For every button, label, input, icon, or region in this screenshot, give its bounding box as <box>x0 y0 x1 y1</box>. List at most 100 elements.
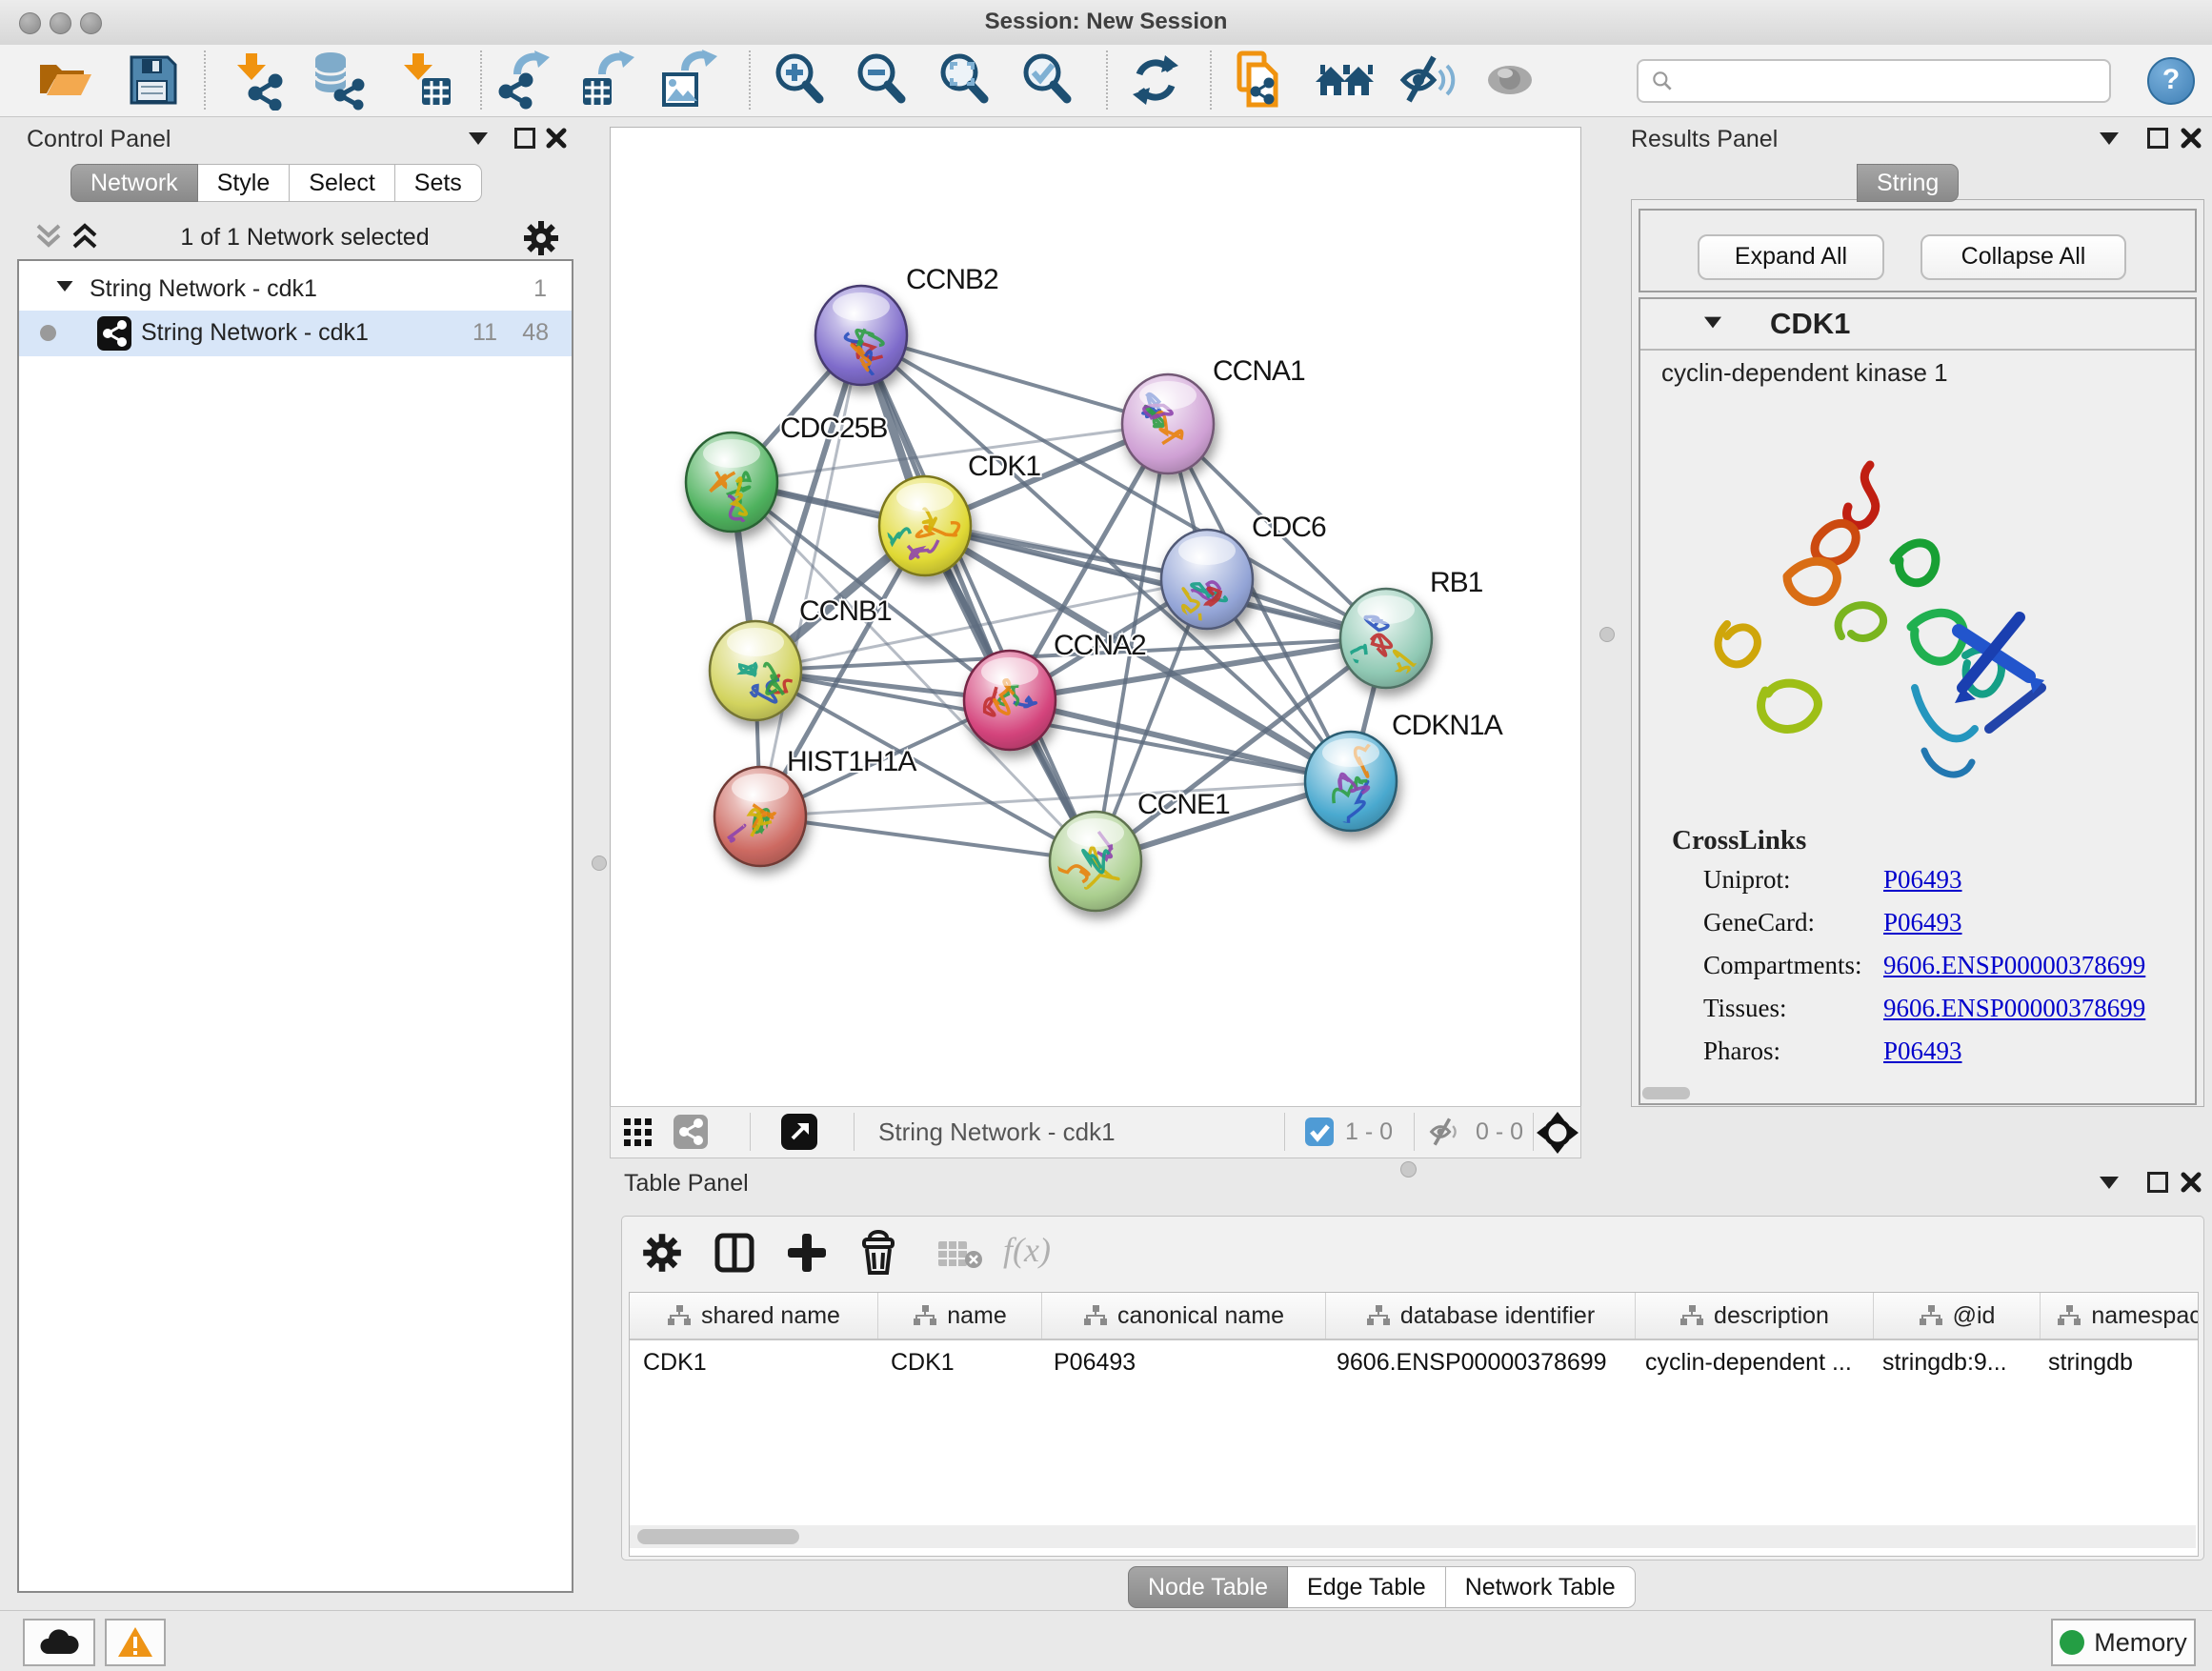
zoom-selected-icon[interactable] <box>1017 50 1078 111</box>
zoom-in-icon[interactable] <box>770 50 831 111</box>
tab-network-table[interactable]: Network Table <box>1446 1566 1636 1608</box>
table-cell[interactable]: cyclin-dependent ... <box>1632 1340 1869 1384</box>
crosslink-label: Tissues: <box>1703 994 1787 1023</box>
open-session-icon[interactable] <box>34 50 95 111</box>
crosslink-tissues-link[interactable]: 9606.ENSP00000378699 <box>1883 994 2145 1023</box>
show-columns-icon[interactable] <box>714 1232 755 1274</box>
network-node-RB1[interactable]: RB1 <box>1340 567 1483 688</box>
crosslink-genecard-link[interactable]: P06493 <box>1883 908 1962 937</box>
hide-selected-eye-slash-icon[interactable] <box>1398 50 1458 111</box>
birds-eye-crosshair-icon[interactable] <box>1537 1112 1579 1154</box>
results-hscrollbar-thumb[interactable] <box>1642 1087 1690 1099</box>
gene-collapse-icon[interactable] <box>1704 317 1721 329</box>
help-button[interactable]: ? <box>2147 57 2195 105</box>
export-table-icon[interactable] <box>577 50 638 111</box>
crosslink-uniprot-link[interactable]: P06493 <box>1883 865 1962 895</box>
collapse-all-chevron-icon[interactable] <box>32 222 65 252</box>
network-collection-row[interactable]: String Network - cdk1 1 <box>19 269 572 312</box>
cloud-button[interactable] <box>23 1619 95 1666</box>
table-cell[interactable]: 9606.ENSP00000378699 <box>1323 1340 1632 1384</box>
memory-button[interactable]: Memory <box>2051 1619 2196 1666</box>
column-header-@id[interactable]: @id <box>1874 1293 2041 1339</box>
results-panel-close-icon[interactable] <box>2180 127 2202 150</box>
network-edge-CCNB2-HIST1H1A[interactable] <box>760 335 861 816</box>
table-panel-menu-icon[interactable] <box>2100 1177 2119 1189</box>
tab-node-table[interactable]: Node Table <box>1128 1566 1288 1608</box>
network-edge-CCNB2-CCNE1[interactable] <box>861 335 1096 861</box>
table-cell[interactable]: CDK1 <box>630 1340 877 1384</box>
table-panel-close-icon[interactable] <box>2180 1171 2202 1194</box>
open-in-window-icon[interactable] <box>781 1114 817 1150</box>
tab-sets[interactable]: Sets <box>395 164 482 202</box>
node-gloss-highlight <box>1357 595 1415 624</box>
table-row[interactable]: CDK1CDK1P064939606.ENSP00000378699cyclin… <box>630 1340 2198 1384</box>
share-document-icon[interactable] <box>1230 50 1291 111</box>
zoom-fit-icon[interactable] <box>935 50 995 111</box>
network-row-selected[interactable]: String Network - cdk1 11 48 <box>19 311 572 356</box>
network-node-CCNE1[interactable]: CCNE1 <box>1050 789 1230 911</box>
tab-string[interactable]: String <box>1857 164 1959 202</box>
table-cell[interactable]: P06493 <box>1040 1340 1323 1384</box>
network-overview-houses-icon[interactable] <box>1315 50 1376 111</box>
table-cell[interactable]: stringdb:9... <box>1869 1340 2035 1384</box>
table-cell[interactable]: stringdb <box>2035 1340 2199 1384</box>
column-header-database-identifier[interactable]: database identifier <box>1326 1293 1636 1339</box>
search-field[interactable] <box>1637 59 2111 103</box>
column-header-canonical-name[interactable]: canonical name <box>1042 1293 1326 1339</box>
add-column-icon[interactable] <box>786 1232 828 1274</box>
right-splitter-handle[interactable] <box>1599 627 1615 642</box>
network-node-CDKN1A[interactable]: CDKN1A <box>1305 710 1503 843</box>
tab-network[interactable]: Network <box>70 164 198 202</box>
column-header-namespace[interactable]: namespace <box>2041 1293 2199 1339</box>
crosslink-compartments-link[interactable]: 9606.ENSP00000378699 <box>1883 951 2145 980</box>
control-panel-float-icon[interactable] <box>514 128 535 149</box>
search-input[interactable] <box>1682 67 2109 95</box>
control-panel-menu-icon[interactable] <box>469 132 488 145</box>
window-title: Session: New Session <box>0 0 2212 44</box>
import-table-icon[interactable] <box>395 50 456 111</box>
save-session-icon[interactable] <box>122 50 183 111</box>
selected-checkbox-icon[interactable] <box>1305 1117 1334 1146</box>
zoom-out-icon[interactable] <box>852 50 913 111</box>
column-header-shared-name[interactable]: shared name <box>630 1293 878 1339</box>
import-database-icon[interactable] <box>308 50 369 111</box>
column-header-description[interactable]: description <box>1636 1293 1874 1339</box>
delete-column-trash-icon[interactable] <box>856 1230 900 1276</box>
network-options-gear-icon[interactable] <box>522 219 560 257</box>
table-cell[interactable]: CDK1 <box>877 1340 1040 1384</box>
collapse-all-button[interactable]: Collapse All <box>1920 234 2126 280</box>
export-image-icon[interactable] <box>658 50 719 111</box>
tab-style[interactable]: Style <box>198 164 291 202</box>
show-all-eye-icon[interactable] <box>1481 50 1542 111</box>
results-panel-menu-icon[interactable] <box>2100 132 2119 145</box>
network-node-CCNA1[interactable]: CCNA1 <box>1122 355 1305 473</box>
crosslink-label: Pharos: <box>1703 1037 1780 1066</box>
tab-select[interactable]: Select <box>290 164 394 202</box>
table-panel-float-icon[interactable] <box>2147 1172 2168 1193</box>
left-splitter-handle[interactable] <box>592 856 607 871</box>
export-network-icon[interactable] <box>496 50 557 111</box>
crosslink-pharos-link[interactable]: P06493 <box>1883 1037 1962 1066</box>
table-hscrollbar-thumb[interactable] <box>637 1529 799 1544</box>
gene-symbol: CDK1 <box>1770 307 1850 341</box>
import-network-icon[interactable] <box>229 50 290 111</box>
expand-all-button[interactable]: Expand All <box>1698 234 1884 280</box>
table-settings-gear-icon[interactable] <box>641 1232 683 1274</box>
network-node-HIST1H1A[interactable]: HIST1H1A <box>714 746 916 866</box>
refresh-icon[interactable] <box>1125 50 1186 111</box>
hidden-eye-slash-icon[interactable] <box>1428 1117 1464 1147</box>
table-hscrollbar[interactable] <box>630 1525 2196 1548</box>
bottom-splitter-handle[interactable] <box>1400 1161 1417 1178</box>
collection-collapse-icon[interactable] <box>57 281 73 292</box>
warning-button[interactable] <box>105 1619 166 1666</box>
tab-edge-table[interactable]: Edge Table <box>1288 1566 1446 1608</box>
control-panel-close-icon[interactable] <box>545 127 568 150</box>
network-node-CCNB1[interactable]: CCNB1 <box>710 595 892 720</box>
column-header-name[interactable]: name <box>878 1293 1042 1339</box>
grid-view-icon[interactable] <box>624 1118 653 1147</box>
expand-all-chevron-icon[interactable] <box>69 222 101 252</box>
results-panel-float-icon[interactable] <box>2147 128 2168 149</box>
main-toolbar: ? <box>0 45 2212 117</box>
network-edge-CCNE1-HIST1H1A[interactable] <box>760 816 1096 861</box>
network-canvas[interactable]: CCNB2CCNA1CDC25BCDK1CDC6RB1CCNB1CCNA2CDK… <box>610 127 1581 1107</box>
